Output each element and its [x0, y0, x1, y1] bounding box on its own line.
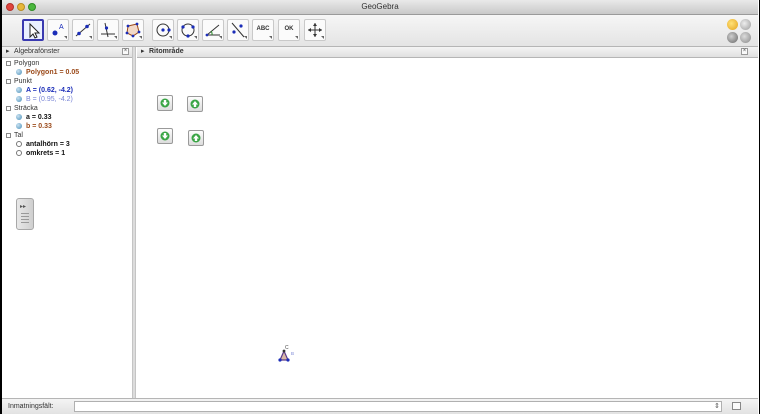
algebra-item-text: omkrets = 1 — [26, 150, 66, 157]
arrow-up-icon — [190, 99, 200, 109]
graphics-view-title: Ritområde — [149, 48, 184, 55]
graphics-view-header[interactable]: ▸ Ritområde × — [137, 47, 758, 58]
fold-toggle-icon[interactable] — [6, 132, 11, 138]
point-c-label: C — [285, 345, 289, 351]
expand-arrows-icon: ▸▸ — [20, 204, 27, 210]
polygon-tool-button[interactable] — [122, 19, 144, 41]
submenu-arrow-icon — [89, 36, 92, 39]
text-tool-button[interactable]: ABC — [252, 19, 274, 41]
button-tool-button[interactable]: OK — [278, 19, 300, 41]
input-bar-label: Inmatningsfält: — [8, 403, 54, 410]
input-bar: Inmatningsfält: ⇕ — [2, 398, 758, 414]
line-tool-button[interactable] — [72, 19, 94, 41]
algebra-item-text: b = 0.33 — [26, 123, 52, 130]
increase-corners-button[interactable] — [187, 96, 203, 112]
submenu-arrow-icon — [194, 36, 197, 39]
submenu-arrow-icon — [269, 36, 272, 39]
algebra-view-title: Algebrafönster — [14, 48, 60, 55]
category-tal[interactable]: Tal — [6, 132, 23, 140]
algebra-item-omkrets[interactable]: omkrets = 1 — [16, 150, 65, 158]
arrow-down-icon — [160, 98, 170, 108]
algebra-item-text: a = 0.33 — [26, 114, 52, 121]
algebra-item-point-b[interactable]: B = (0.95, -4.2) — [16, 96, 73, 104]
algebra-item-text: antalhörn = 3 — [26, 141, 70, 148]
algebra-item-polygon1[interactable]: Polygon1 = 0.05 — [16, 69, 79, 77]
visibility-toggle-icon[interactable] — [16, 123, 22, 130]
submenu-arrow-icon — [64, 36, 67, 39]
fold-toggle-icon[interactable] — [6, 78, 11, 84]
point-a[interactable] — [278, 358, 282, 362]
submenu-arrow-icon — [219, 36, 222, 39]
algebra-item-text: Polygon1 = 0.05 — [26, 69, 80, 76]
visibility-toggle-icon[interactable] — [16, 96, 22, 103]
collapse-triangle-icon[interactable]: ▸ — [6, 47, 10, 57]
visibility-toggle-icon[interactable] — [16, 87, 22, 94]
algebra-item-segment-a[interactable]: a = 0.33 — [16, 114, 52, 122]
view-splitter[interactable] — [132, 47, 136, 398]
circle-through-points-tool-button[interactable] — [177, 19, 199, 41]
point-tool-label: A — [59, 24, 64, 31]
decrease-corners-button[interactable] — [157, 95, 173, 111]
window-title: GeoGebra — [361, 2, 399, 11]
ok-button-tool-label: OK — [284, 26, 294, 32]
submenu-arrow-icon — [169, 36, 172, 39]
close-graphics-view-button[interactable]: × — [741, 48, 748, 55]
input-history-arrows-icon[interactable]: ⇕ — [714, 402, 720, 410]
submenu-arrow-icon — [114, 36, 117, 39]
help-icon[interactable] — [727, 32, 738, 43]
category-label: Punkt — [14, 78, 32, 85]
title-bar[interactable]: GeoGebra — [2, 0, 758, 15]
submenu-arrow-icon — [321, 36, 324, 39]
close-algebra-view-button[interactable]: × — [122, 48, 129, 55]
algebra-item-point-a[interactable]: A = (0.62, -4.2) — [16, 87, 73, 95]
arrow-down-icon — [160, 131, 170, 141]
visibility-toggle-icon[interactable] — [16, 141, 22, 148]
submenu-arrow-icon — [139, 36, 142, 39]
increase-perimeter-button[interactable] — [188, 130, 204, 146]
category-punkt[interactable]: Punkt — [6, 78, 32, 86]
redo-icon[interactable] — [740, 19, 751, 30]
category-label: Tal — [14, 132, 23, 139]
point-b[interactable] — [286, 358, 290, 362]
circle-tool-button[interactable] — [152, 19, 174, 41]
category-stracka[interactable]: Sträcka — [6, 105, 38, 113]
cursor-arrow-icon — [29, 22, 41, 39]
submenu-arrow-icon — [244, 36, 247, 39]
point-b-label: B — [291, 351, 294, 356]
visibility-toggle-icon[interactable] — [16, 69, 22, 76]
fold-toggle-icon[interactable] — [6, 105, 11, 111]
grip-icon — [21, 213, 29, 225]
move-tool-button[interactable] — [22, 19, 44, 41]
category-label: Sträcka — [14, 105, 38, 112]
reflect-tool-button[interactable] — [227, 19, 249, 41]
collapse-triangle-icon[interactable]: ▸ — [141, 47, 145, 57]
algebra-view-header[interactable]: ▸ Algebrafönster × — [2, 47, 132, 58]
fold-toggle-icon[interactable] — [6, 60, 11, 66]
algebra-item-antalhorn[interactable]: antalhörn = 3 — [16, 141, 70, 149]
text-tool-label: ABC — [256, 26, 270, 32]
undo-icon[interactable] — [727, 19, 738, 30]
category-polygon[interactable]: Polygon — [6, 60, 39, 68]
algebra-item-segment-b[interactable]: b = 0.33 — [16, 123, 52, 131]
move-graphics-tool-button[interactable] — [304, 19, 326, 41]
visibility-toggle-icon[interactable] — [16, 150, 22, 157]
arrow-up-icon — [191, 133, 201, 143]
decrease-perimeter-button[interactable] — [157, 128, 173, 144]
input-field[interactable] — [74, 401, 722, 412]
triangle-polygon[interactable]: C B — [273, 344, 303, 368]
toolbar: A ABC OK — [2, 15, 758, 47]
visibility-toggle-icon[interactable] — [16, 114, 22, 121]
graphics-view[interactable]: C B — [137, 58, 758, 398]
algebra-item-text: A = (0.62, -4.2) — [26, 87, 74, 94]
algebra-item-text: B = (0.95, -4.2) — [26, 96, 73, 103]
view-toggle-handle[interactable]: ▸▸ — [16, 198, 34, 230]
perpendicular-tool-button[interactable] — [97, 19, 119, 41]
category-label: Polygon — [14, 60, 40, 67]
angle-tool-button[interactable] — [202, 19, 224, 41]
keyboard-toggle-icon[interactable] — [732, 402, 741, 410]
point-tool-button[interactable]: A — [47, 19, 69, 41]
submenu-arrow-icon — [295, 36, 298, 39]
settings-gear-icon[interactable] — [740, 32, 751, 43]
